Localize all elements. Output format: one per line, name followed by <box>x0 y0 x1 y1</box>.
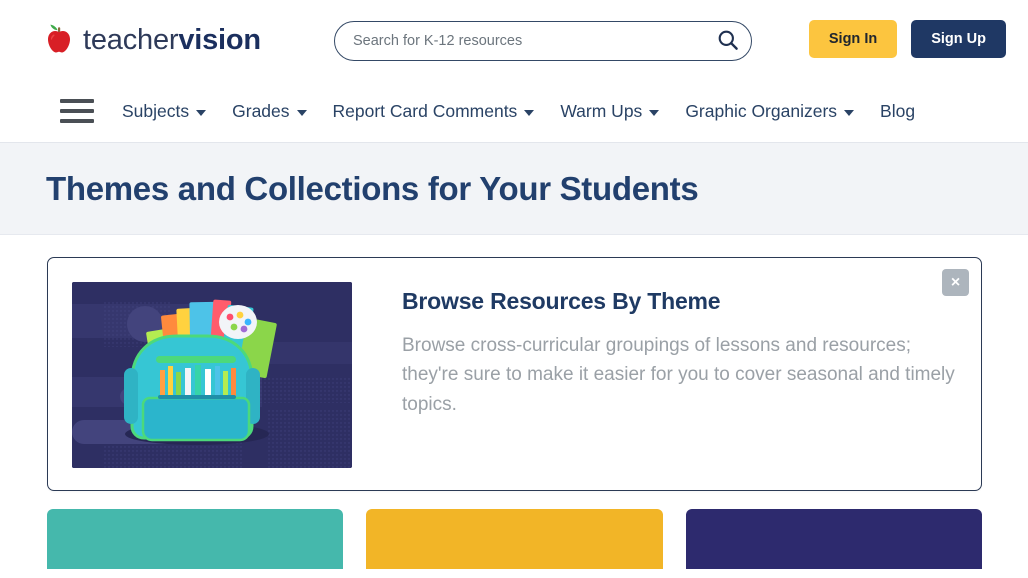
nav-item-warm-ups[interactable]: Warm Ups <box>560 100 660 122</box>
hamburger-bar <box>60 99 94 103</box>
feature-card-description: Browse cross-curricular groupings of les… <box>402 335 955 415</box>
search-input[interactable] <box>335 33 705 49</box>
page-title-band: Themes and Collections for Your Students <box>0 143 1028 235</box>
nav-item-label: Report Card Comments <box>332 100 518 121</box>
brand-wordmark: teachervision <box>83 23 261 56</box>
nav-items: Subjects Grades Report Card Comments War… <box>122 101 915 122</box>
nav-item-blog[interactable]: Blog <box>880 101 915 122</box>
chevron-down-icon <box>649 109 660 116</box>
nav-item-report-card-comments[interactable]: Report Card Comments <box>333 101 535 122</box>
nav-item-label: Warm Ups <box>560 100 643 121</box>
feature-card: Browse Resources By Theme Browse cross-c… <box>47 257 982 491</box>
nav-item-subjects[interactable]: Subjects <box>122 100 207 122</box>
chevron-down-icon <box>196 109 207 116</box>
nav-item-label: Graphic Organizers <box>685 100 838 121</box>
feature-card-title: Browse Resources By Theme <box>402 288 721 314</box>
hamburger-bar <box>60 119 94 123</box>
hamburger-bar <box>60 109 94 113</box>
nav-item-label: Subjects <box>122 100 190 121</box>
search-icon <box>717 29 739 54</box>
theme-tile-purple[interactable] <box>685 509 982 569</box>
backpack-illustration <box>72 282 352 468</box>
sign-in-button[interactable]: Sign In <box>808 20 898 58</box>
search-button[interactable] <box>705 22 751 60</box>
feature-card-body: Browse Resources By Theme Browse cross-c… <box>352 282 957 419</box>
nav-item-grades[interactable]: Grades <box>232 100 307 122</box>
theme-tiles <box>0 491 1028 569</box>
chevron-down-icon <box>524 109 535 116</box>
auth-buttons: Sign In Sign Up <box>808 20 1006 58</box>
chevron-down-icon <box>296 109 307 116</box>
page-root: teachervision Sign In Sign Up <box>0 0 1028 578</box>
nav-item-label: Blog <box>880 100 916 121</box>
nav-item-label: Grades <box>232 100 290 121</box>
site-logo[interactable]: teachervision <box>44 18 261 62</box>
theme-tile-teal[interactable] <box>47 509 344 569</box>
search-box[interactable] <box>334 21 752 61</box>
chevron-down-icon <box>844 109 855 116</box>
hamburger-icon[interactable] <box>60 99 94 123</box>
theme-tile-yellow[interactable] <box>366 509 663 569</box>
feature-card-area: Browse Resources By Theme Browse cross-c… <box>0 235 1028 491</box>
close-icon[interactable]: × <box>942 269 969 296</box>
apple-icon <box>44 23 74 57</box>
sign-up-button[interactable]: Sign Up <box>911 20 1006 58</box>
brand-text-bold: vision <box>178 23 261 56</box>
main-nav: Subjects Grades Report Card Comments War… <box>0 80 1028 143</box>
page-title: Themes and Collections for Your Students <box>46 169 699 207</box>
site-header: teachervision Sign In Sign Up <box>0 0 1028 80</box>
brand-text-light: teacher <box>83 23 179 56</box>
nav-item-graphic-organizers[interactable]: Graphic Organizers <box>685 100 855 122</box>
